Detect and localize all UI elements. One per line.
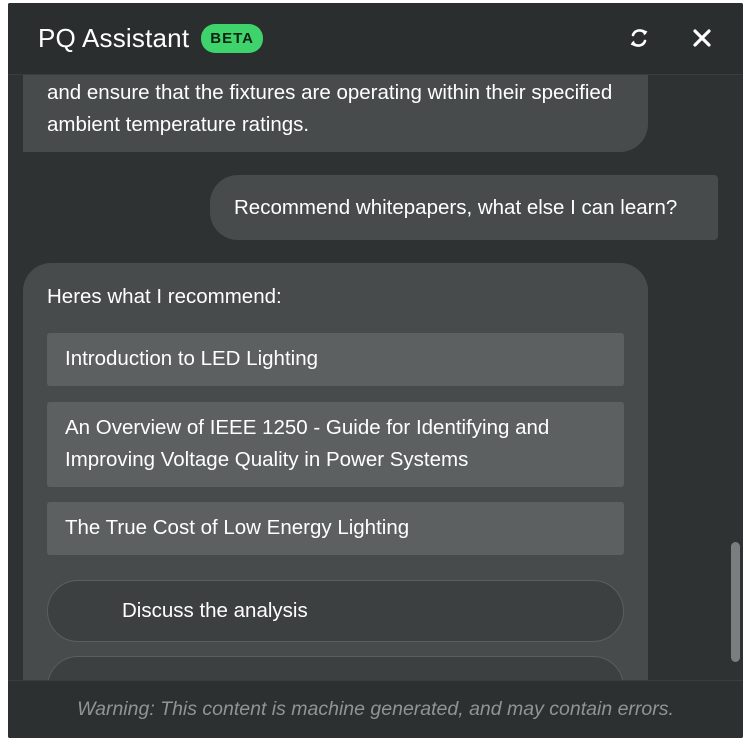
assistant-intro-text: Heres what I recommend: — [47, 285, 282, 308]
assistant-message-previous: and ensure that the fixtures are operati… — [23, 75, 648, 152]
user-message-text: Recommend whitepapers, what else I can l… — [234, 195, 678, 219]
assistant-panel: PQ Assistant BETA and ensure that the fi… — [8, 3, 743, 738]
beta-badge: BETA — [201, 24, 263, 53]
app-title: PQ Assistant — [38, 23, 190, 53]
refresh-icon — [630, 29, 648, 47]
close-icon — [693, 29, 711, 47]
header: PQ Assistant BETA — [8, 3, 743, 75]
user-message: Recommend whitepapers, what else I can l… — [210, 175, 718, 240]
footer: Warning: This content is machine generat… — [8, 680, 743, 738]
recommendation-card[interactable]: The True Cost of Low Energy Lighting — [47, 502, 624, 555]
message-list[interactable]: and ensure that the fixtures are operati… — [8, 75, 743, 680]
suggestion-discuss-analysis[interactable]: Discuss the analysis — [47, 580, 624, 642]
close-button[interactable] — [687, 23, 717, 53]
scrollbar-thumb[interactable] — [731, 542, 740, 662]
assistant-message: Heres what I recommend: Introduction to … — [23, 263, 648, 680]
suggestion-label: Discuss the analysis — [122, 599, 308, 622]
recommendation-label: An Overview of IEEE 1250 - Guide for Ide… — [65, 416, 550, 471]
refresh-button[interactable] — [624, 23, 654, 53]
suggestion-button[interactable] — [47, 656, 624, 680]
recommendation-card[interactable]: Introduction to LED Lighting — [47, 333, 624, 386]
recommendation-card[interactable]: An Overview of IEEE 1250 - Guide for Ide… — [47, 402, 624, 487]
recommendation-label: The True Cost of Low Energy Lighting — [65, 516, 410, 539]
warning-text: Warning: This content is machine generat… — [77, 698, 674, 720]
recommendation-label: Introduction to LED Lighting — [65, 347, 318, 370]
assistant-message-text: and ensure that the fixtures are operati… — [47, 81, 613, 136]
